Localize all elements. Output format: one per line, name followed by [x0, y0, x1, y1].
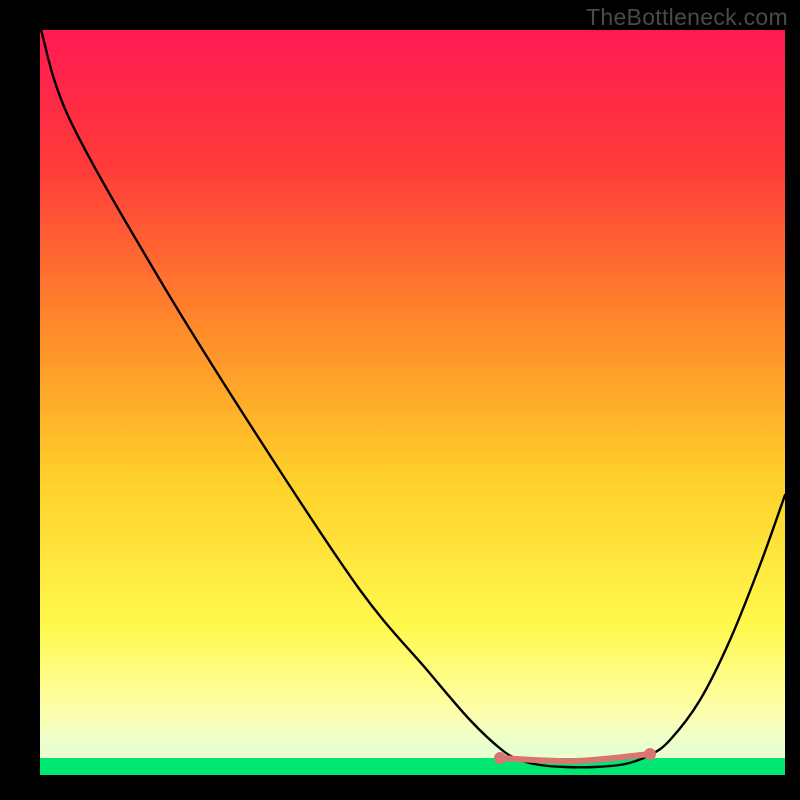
green-band — [40, 758, 785, 775]
chart-frame: TheBottleneck.com — [0, 0, 800, 800]
bottleneck-chart — [0, 0, 800, 800]
watermark-text: TheBottleneck.com — [586, 4, 788, 31]
plot-background — [40, 30, 785, 775]
optimal-range-dot-right — [644, 748, 656, 760]
optimal-range-dot-left — [494, 752, 506, 764]
